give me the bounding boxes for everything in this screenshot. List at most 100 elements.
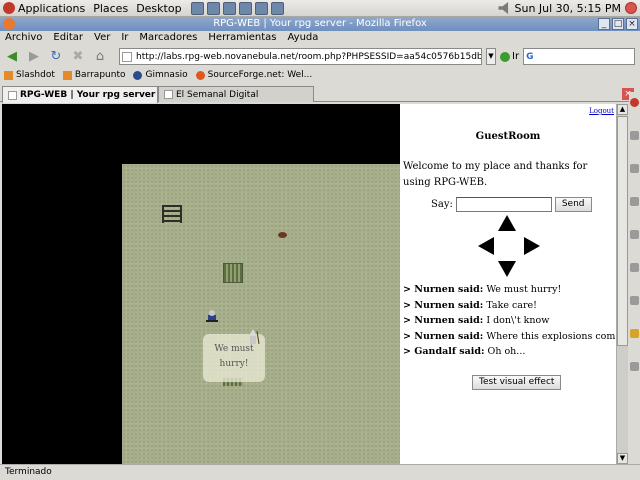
top-panel: Applications Places Desktop Sun Jul 30, … — [0, 0, 640, 17]
tab-favicon-icon — [8, 90, 17, 100]
bookmark-sourceforge[interactable]: SourceForge.net: Wel... — [195, 68, 313, 83]
applet-icon[interactable] — [630, 197, 639, 206]
window-titlebar[interactable]: RPG-WEB | Your rpg server - Mozilla Fire… — [0, 17, 640, 31]
bookmark-label: Slashdot — [16, 70, 55, 80]
test-visual-effect-button[interactable]: Test visual effect — [472, 375, 562, 390]
crate-sprite — [223, 263, 243, 283]
menu-editar[interactable]: Editar — [53, 31, 83, 45]
desktop-menu[interactable]: Desktop — [133, 2, 186, 15]
mail-icon[interactable] — [222, 1, 236, 15]
chat-line: > Gandalf said: Oh oh... — [403, 344, 615, 360]
applet-icon[interactable] — [630, 230, 639, 239]
creature-sprite — [278, 232, 287, 238]
go-icon — [500, 51, 510, 62]
editor-icon[interactable] — [238, 1, 252, 15]
forward-icon[interactable]: ▶ — [25, 48, 43, 66]
site-icon — [133, 71, 143, 80]
search-box[interactable]: G — [523, 48, 636, 65]
tab-rpg-web[interactable]: RPG-WEB | Your rpg server — [2, 86, 158, 103]
applet-icon[interactable] — [630, 98, 639, 107]
url-history-dropdown[interactable]: ▼ — [486, 48, 496, 65]
menu-marcadores[interactable]: Marcadores — [139, 31, 197, 45]
welcome-message: Welcome to my place and thanks for using… — [403, 161, 588, 188]
media-icon[interactable] — [254, 1, 268, 15]
maximize-icon[interactable]: □ — [612, 18, 624, 30]
reload-icon[interactable]: ↻ — [47, 48, 65, 66]
side-applet-strip — [629, 92, 640, 464]
back-icon[interactable]: ◀ — [3, 48, 21, 66]
move-left-arrow-icon[interactable] — [478, 237, 494, 255]
browser-icon[interactable] — [206, 1, 220, 15]
minimize-icon[interactable]: _ — [598, 18, 610, 30]
tab-label: El Semanal Digital — [176, 89, 259, 100]
applet-icon[interactable] — [630, 164, 639, 173]
close-icon[interactable]: × — [626, 18, 638, 30]
game-sidebar: Logout GuestRoom Welcome to my place and… — [400, 104, 616, 464]
stop-icon[interactable]: ✖ — [69, 48, 87, 66]
bookmark-slashdot[interactable]: Slashdot — [4, 68, 55, 83]
bookmark-label: SourceForge.net: Wel... — [207, 70, 313, 80]
game-map[interactable]: We must hurry! — [122, 164, 400, 464]
bookmark-barrapunto[interactable]: Barrapunto — [62, 68, 126, 83]
logout-icon[interactable] — [625, 2, 637, 14]
volume-icon[interactable] — [498, 2, 509, 14]
places-menu[interactable]: Places — [90, 2, 133, 15]
trash-icon[interactable] — [630, 362, 639, 371]
applet-icon[interactable] — [630, 296, 639, 305]
home-icon[interactable]: ⌂ — [91, 48, 109, 66]
scroll-up-icon[interactable]: ▲ — [617, 104, 628, 115]
chat-text: Oh oh... — [484, 346, 526, 357]
chat-speaker: > Nurnen said: — [403, 284, 484, 295]
sourceforge-icon — [195, 71, 205, 80]
menu-ir[interactable]: Ir — [121, 31, 128, 45]
game-viewport: We must hurry! — [2, 104, 400, 464]
google-search-icon: G — [526, 51, 534, 62]
tab-strip: RPG-WEB | Your rpg server El Semanal Dig… — [0, 86, 640, 103]
applet-icon[interactable] — [630, 131, 639, 140]
tab-el-semanal-digital[interactable]: El Semanal Digital — [158, 86, 314, 102]
say-input[interactable] — [455, 197, 552, 212]
desktop-label: Desktop — [136, 1, 182, 15]
move-up-arrow-icon[interactable] — [498, 215, 516, 231]
status-text: Terminado — [5, 467, 52, 477]
send-button[interactable]: Send — [554, 197, 592, 212]
bookmarks-toolbar: Slashdot Barrapunto Gimnasio SourceForge… — [0, 68, 640, 83]
terminal-icon[interactable] — [190, 1, 204, 15]
menu-archivo[interactable]: Archivo — [5, 31, 42, 45]
url-bar[interactable] — [119, 48, 482, 65]
logout-link[interactable]: Logout — [589, 107, 614, 115]
vertical-scrollbar[interactable]: ▲ ▼ — [616, 104, 628, 464]
tab-label: RPG-WEB | Your rpg server — [20, 90, 156, 100]
applications-label: Applications — [18, 1, 86, 15]
applet-icon[interactable] — [630, 263, 639, 272]
chat-line: > Nurnen said: I don\'t know — [403, 313, 615, 329]
go-button[interactable]: Ir — [500, 51, 519, 62]
lock-icon[interactable] — [630, 329, 639, 338]
menu-ayuda[interactable]: Ayuda — [288, 31, 319, 45]
scrollbar-thumb[interactable] — [617, 116, 628, 346]
menu-ver[interactable]: Ver — [94, 31, 110, 45]
chat-speaker: > Nurnen said: — [403, 330, 484, 342]
places-label: Places — [93, 1, 129, 15]
chat-text: Where this explosions come from? — [486, 330, 615, 342]
clock[interactable]: Sun Jul 30, 5:15 PM — [514, 2, 621, 15]
move-right-arrow-icon[interactable] — [524, 237, 540, 255]
url-input[interactable] — [136, 51, 481, 62]
chat-line: > Nurnen said: Where this explosions com… — [403, 329, 615, 345]
status-bar: Terminado — [0, 464, 640, 480]
rss-icon — [62, 71, 72, 80]
move-down-arrow-icon[interactable] — [498, 261, 516, 277]
bookmark-label: Barrapunto — [74, 70, 126, 80]
say-form: Say: Send — [431, 197, 592, 212]
room-title: GuestRoom — [475, 131, 541, 142]
menu-herramientas[interactable]: Herramientas — [208, 31, 276, 45]
chat-text: We must hurry! — [483, 284, 562, 295]
tab-favicon-icon — [164, 90, 173, 99]
scroll-down-icon[interactable]: ▼ — [617, 453, 628, 464]
page-favicon-icon — [122, 51, 132, 62]
bookmark-gimnasio[interactable]: Gimnasio — [133, 68, 188, 83]
applications-menu[interactable]: Applications — [0, 2, 90, 15]
window-title: RPG-WEB | Your rpg server - Mozilla Fire… — [213, 18, 427, 29]
network-icon[interactable] — [270, 1, 284, 15]
player-gandalf-sprite — [249, 329, 260, 345]
